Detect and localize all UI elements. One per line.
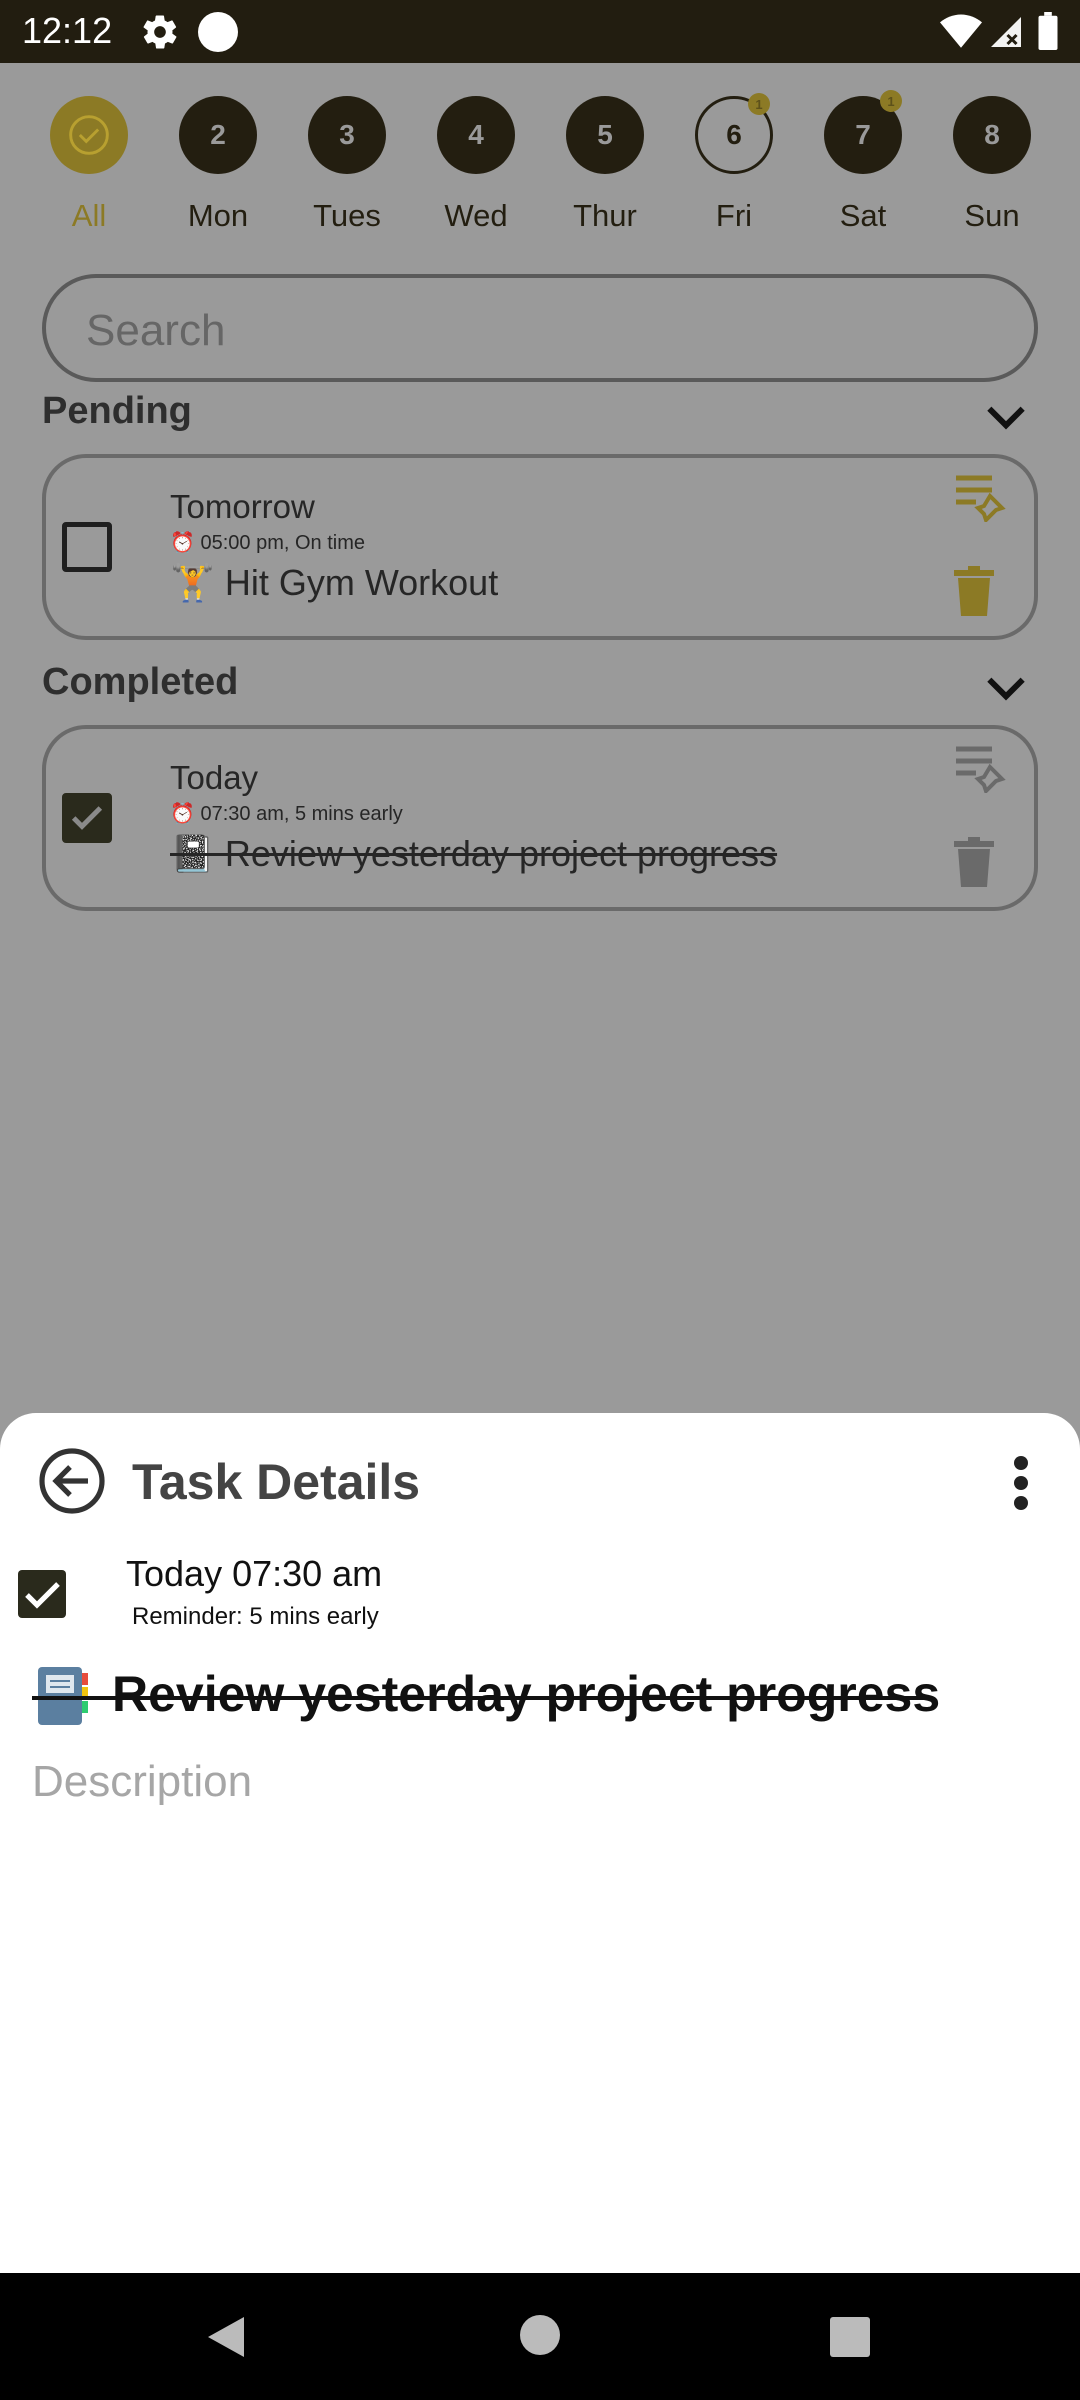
strikethrough-line xyxy=(32,1696,932,1700)
pending-task-card[interactable]: Tomorrow ⏰ 05:00 pm, On time 🏋️ Hit Gym … xyxy=(42,454,1038,640)
task-title: 📓 Review yesterday project progress xyxy=(170,833,778,874)
completed-task-card[interactable]: Today ⏰ 07:30 am, 5 mins early 📓 Review … xyxy=(42,725,1038,911)
day-number: 4 xyxy=(468,119,484,150)
day-number-circle[interactable]: 5 xyxy=(566,96,644,174)
alarm-icon: ⏰ xyxy=(170,532,195,554)
day-number-circle[interactable]: 4 xyxy=(437,96,515,174)
day-number: 6 xyxy=(726,119,742,150)
task-time-text: 05:00 pm, On time xyxy=(200,532,365,554)
day-label: Tues xyxy=(313,198,381,233)
task-title-heading[interactable]: Review yesterday project progress xyxy=(112,1665,940,1723)
pending-task-checkbox[interactable] xyxy=(62,522,112,572)
checkmark-icon xyxy=(71,806,103,830)
day-label: Sun xyxy=(964,198,1020,233)
status-bar: 12:12 xyxy=(0,0,1080,63)
pin-list-icon[interactable] xyxy=(954,472,1010,522)
task-datetime[interactable]: Today 07:30 am xyxy=(126,1553,382,1595)
day-item-wed[interactable]: 4 Wed xyxy=(437,96,515,233)
day-number: 3 xyxy=(339,119,355,150)
day-badge: 1 xyxy=(880,90,902,112)
task-time: ⏰ 07:30 am, 5 mins early xyxy=(170,801,403,826)
day-badge: 1 xyxy=(748,93,770,115)
gear-icon xyxy=(143,15,177,49)
task-day: Tomorrow xyxy=(170,488,315,525)
chevron-down-icon[interactable] xyxy=(986,402,1026,432)
task-details-sheet: Task Details Today 07:30 am Reminder: 5 … xyxy=(0,1413,1080,2273)
day-label: Mon xyxy=(187,198,249,233)
task-time: ⏰ 05:00 pm, On time xyxy=(170,530,365,555)
description-field[interactable]: Description xyxy=(32,1757,252,1807)
task-title: 🏋️ Hit Gym Workout xyxy=(170,562,499,603)
day-item-mon[interactable]: 2 Mon xyxy=(179,96,257,233)
task-list-screen: All 2 Mon 3 Tues 4 Wed 5 Thur 6 1 Fri 7 1 Sat 8 Sun Sear… xyxy=(0,63,1080,1413)
day-item-thur[interactable]: 5 Thur xyxy=(566,96,644,233)
all-days-button[interactable] xyxy=(50,96,128,174)
sheet-title: Task Details xyxy=(132,1454,421,1510)
pending-section-title: Pending xyxy=(42,390,192,432)
day-number: 7 xyxy=(855,119,871,150)
day-label: All xyxy=(71,198,107,233)
pin-list-icon[interactable] xyxy=(954,743,1010,793)
checkmark-icon xyxy=(25,1582,60,1609)
completed-task-checkbox[interactable] xyxy=(62,793,112,843)
day-number: 2 xyxy=(210,119,226,150)
nav-home-icon[interactable] xyxy=(520,2315,560,2355)
day-item-fri[interactable]: 6 1 Fri xyxy=(695,93,773,233)
task-day: Today xyxy=(170,759,259,796)
wifi-icon xyxy=(940,14,982,48)
day-label: Thur xyxy=(573,198,637,233)
day-number: 5 xyxy=(597,119,613,150)
trash-icon[interactable] xyxy=(954,837,994,887)
alarm-icon: ⏰ xyxy=(170,803,195,825)
chevron-down-icon[interactable] xyxy=(986,673,1026,703)
task-complete-checkbox[interactable] xyxy=(18,1570,66,1618)
back-arrow-icon[interactable] xyxy=(38,1447,106,1515)
day-item-sat[interactable]: 7 1 Sat xyxy=(824,90,902,233)
more-options-icon[interactable] xyxy=(1006,1453,1036,1513)
day-number: 8 xyxy=(984,119,1000,150)
day-number-circle[interactable]: 3 xyxy=(308,96,386,174)
nav-recents-icon[interactable] xyxy=(830,2317,870,2357)
day-number-circle[interactable]: 8 xyxy=(953,96,1031,174)
signal-icon xyxy=(991,17,1021,47)
day-item-all[interactable]: All xyxy=(50,96,128,233)
task-time-text: 07:30 am, 5 mins early xyxy=(200,803,403,825)
day-label: Sat xyxy=(839,198,887,233)
day-item-sun[interactable]: 8 Sun xyxy=(953,96,1031,233)
task-reminder[interactable]: Reminder: 5 mins early xyxy=(132,1603,379,1631)
day-label: Wed xyxy=(444,198,508,233)
dot-icon xyxy=(198,12,238,52)
day-number-circle[interactable]: 71 xyxy=(824,90,902,174)
search-placeholder: Search xyxy=(86,306,226,355)
nav-back-icon[interactable] xyxy=(204,2315,248,2359)
status-time: 12:12 xyxy=(22,10,113,51)
completed-section-title: Completed xyxy=(42,661,239,703)
day-number-circle[interactable]: 2 xyxy=(179,96,257,174)
day-number-circle[interactable]: 61 xyxy=(695,93,773,174)
battery-icon xyxy=(1038,12,1058,50)
navigation-bar xyxy=(0,2273,1080,2400)
day-item-tues[interactable]: 3 Tues xyxy=(308,96,386,233)
check-circle-icon xyxy=(69,115,109,155)
search-input[interactable]: Search xyxy=(42,274,1038,382)
trash-icon[interactable] xyxy=(954,566,994,616)
day-label: Fri xyxy=(715,198,753,233)
